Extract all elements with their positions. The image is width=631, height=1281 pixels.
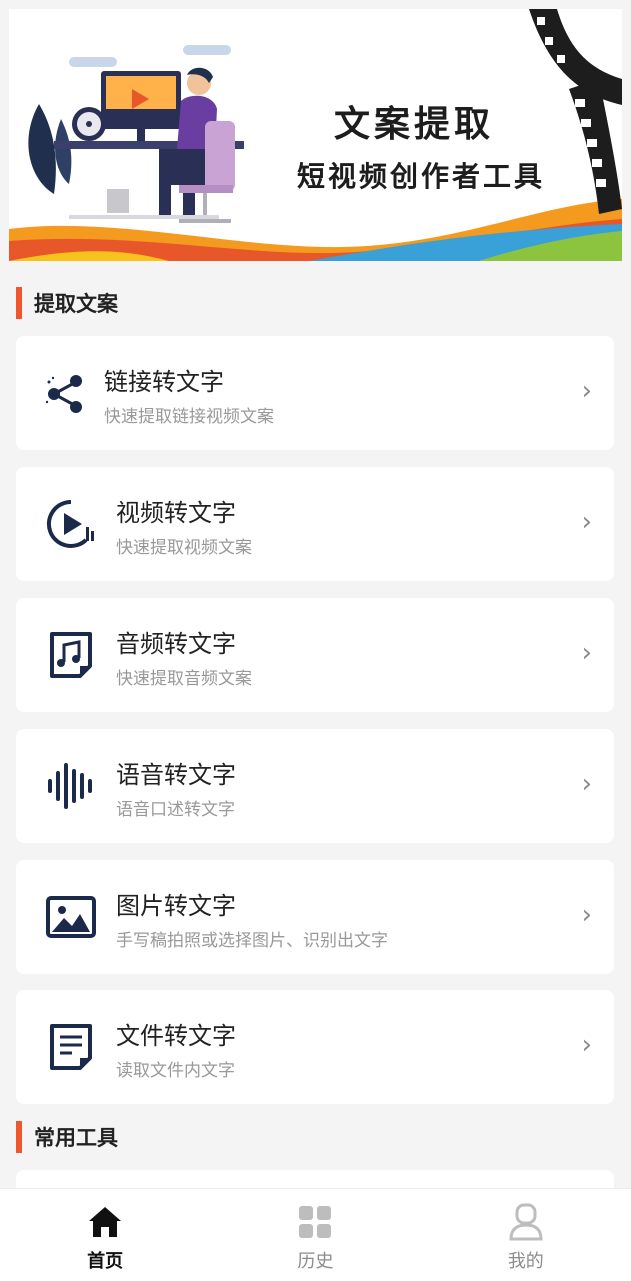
sound-wave-icon	[48, 763, 92, 809]
card-image-to-text[interactable]: 图片转文字 手写稿拍照或选择图片、识别出文字 ›	[16, 860, 614, 974]
music-note-icon	[50, 632, 92, 678]
card-description: 读取文件内文字	[116, 1061, 235, 1081]
user-icon	[509, 1203, 543, 1241]
card-title: 音频转文字	[116, 630, 236, 658]
chevron-right-icon: ›	[581, 769, 592, 799]
section-title: 常用工具	[34, 1126, 118, 1150]
card-title: 语音转文字	[116, 761, 236, 789]
video-play-icon	[46, 499, 94, 548]
chevron-right-icon: ›	[581, 376, 592, 406]
document-icon	[50, 1024, 92, 1070]
chevron-right-icon: ›	[581, 1030, 592, 1060]
card-file-to-text[interactable]: 文件转文字 读取文件内文字 ›	[16, 990, 614, 1104]
card-voice-to-text[interactable]: 语音转文字 语音口述转文字 ›	[16, 729, 614, 843]
tab-label: 首页	[87, 1251, 124, 1272]
bottom-tab-bar: 首页 历史 我的	[0, 1188, 631, 1281]
card-description: 语音口述转文字	[116, 800, 235, 820]
share-link-icon	[45, 375, 82, 413]
tab-label: 历史	[297, 1251, 334, 1272]
card-link-to-text[interactable]: 链接转文字 快速提取链接视频文案 ›	[16, 336, 614, 450]
card-description: 快速提取视频文案	[116, 538, 252, 558]
banner-subtitle: 短视频创作者工具	[296, 160, 545, 193]
card-title: 链接转文字	[104, 368, 224, 396]
card-description: 快速提取链接视频文案	[104, 407, 274, 427]
section-accent-bar	[16, 287, 22, 319]
card-video-to-text[interactable]: 视频转文字 快速提取视频文案 ›	[16, 467, 614, 581]
card-title: 图片转文字	[116, 892, 236, 920]
chevron-right-icon: ›	[581, 638, 592, 668]
banner-title: 文案提取	[333, 103, 494, 145]
chevron-right-icon: ›	[581, 900, 592, 930]
section-accent-bar	[16, 1121, 22, 1153]
card-description: 手写稿拍照或选择图片、识别出文字	[116, 931, 388, 951]
tab-home[interactable]: 首页	[0, 1189, 210, 1281]
tab-history[interactable]: 历史	[210, 1189, 420, 1281]
chevron-right-icon: ›	[581, 507, 592, 537]
card-description: 快速提取音频文案	[116, 669, 252, 689]
section-header-tools: 常用工具	[16, 1120, 118, 1154]
card-title: 视频转文字	[116, 499, 236, 527]
section-header-extract: 提取文案	[16, 286, 118, 320]
section-title: 提取文案	[34, 292, 118, 316]
card-audio-to-text[interactable]: 音频转文字 快速提取音频文案 ›	[16, 598, 614, 712]
home-icon	[89, 1207, 122, 1237]
tab-label: 我的	[507, 1251, 544, 1272]
banner[interactable]: 文案提取 短视频创作者工具	[9, 9, 622, 261]
image-icon	[46, 896, 96, 938]
card-title: 文件转文字	[116, 1022, 236, 1050]
tab-mine[interactable]: 我的	[421, 1189, 631, 1281]
grid-icon	[299, 1206, 332, 1238]
